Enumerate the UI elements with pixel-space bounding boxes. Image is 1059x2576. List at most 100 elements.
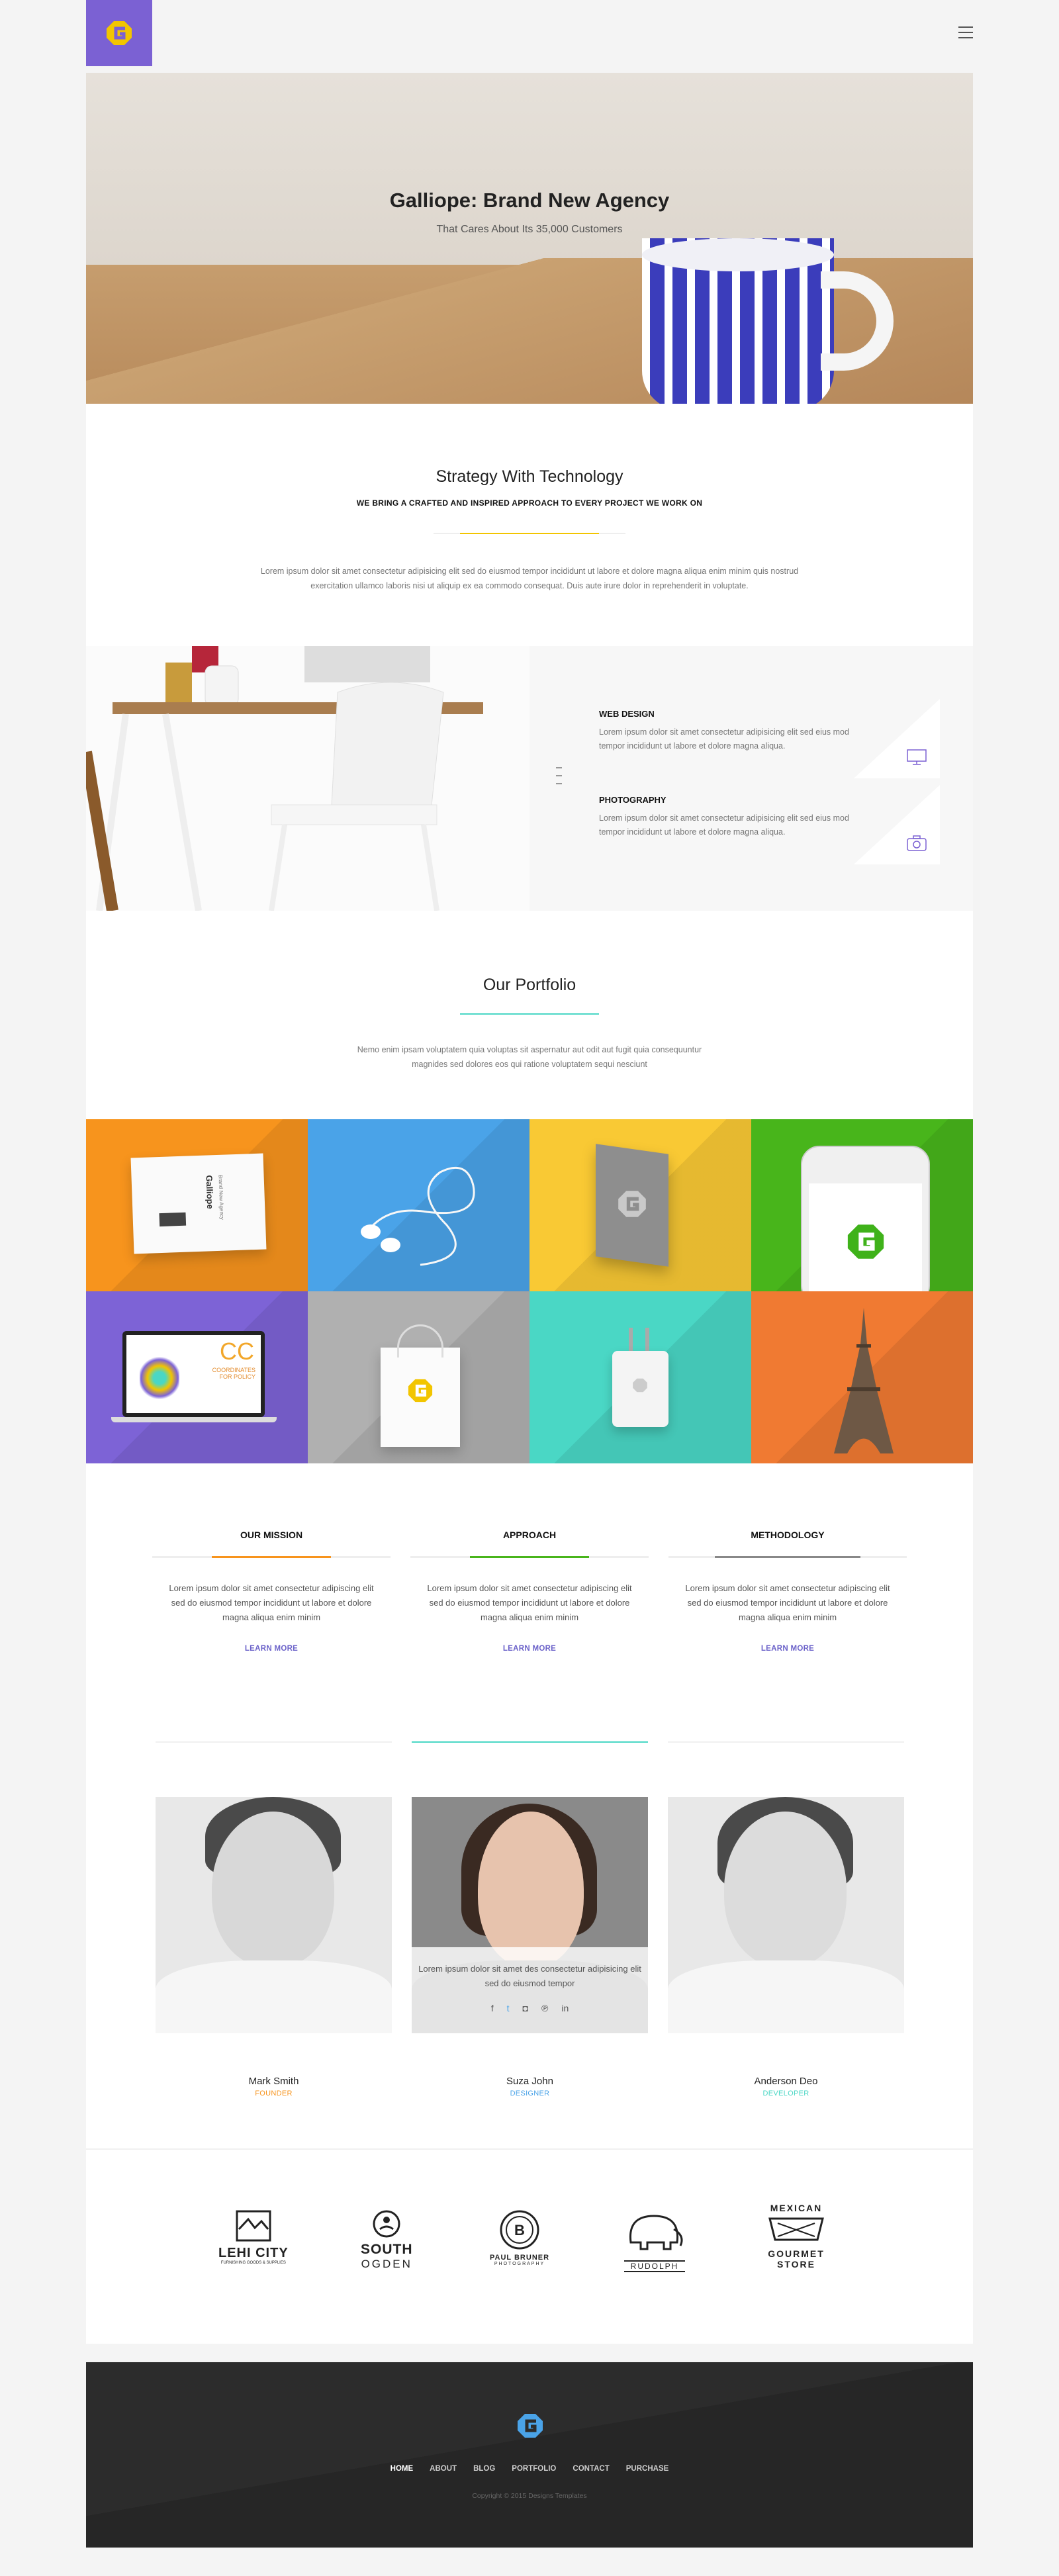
brand-name: MEXICAN [770,2203,823,2213]
hero-banner: Galliope: Brand New Agency That Cares Ab… [86,73,973,404]
team-photo-suza[interactable]: Lorem ipsum dolor sit amet des consectet… [412,1797,648,2033]
folder-logo-icon [618,1191,646,1217]
column-divider [410,1556,649,1558]
slider-dots[interactable] [556,767,562,791]
column-title: METHODOLOGY [751,1530,825,1540]
portfolio-divider [460,1013,599,1015]
brand-sub: PHOTOGRAPHY [494,2262,545,2266]
paul-bruner-logo-icon: B [500,2210,539,2250]
portfolio-item-earphones[interactable] [308,1119,530,1291]
laptop-small-text: COORDINATES FOR POLICY [212,1367,255,1380]
hero-subtitle: That Cares About Its 35,000 Customers [436,224,623,235]
portfolio-item-bag[interactable] [308,1291,530,1463]
desk-image [86,646,530,911]
column-title: APPROACH [502,1530,557,1540]
galliope-logo-icon [107,21,132,45]
team-divider [156,1741,392,1743]
brand-sub: GOURMET STORE [768,2248,825,2270]
linkedin-icon[interactable]: in [561,2003,569,2013]
brand-sub: FURNISHING GOODS & SUPPLIES [220,2261,286,2265]
service-title: PHOTOGRAPHY [599,795,667,805]
facebook-icon[interactable]: f [491,2003,494,2013]
portfolio-item-eiffel[interactable] [751,1291,973,1463]
brand-name: RUDOLPH [624,2260,685,2272]
instagram-icon[interactable]: ◘ [523,2003,528,2013]
service-text: Lorem ipsum dolor sit amet consectetur a… [599,813,849,837]
site-header [86,0,973,66]
monitor-icon [907,749,927,765]
column-title: OUR MISSION [240,1530,303,1540]
services-section: WEB DESIGN Lorem ipsum dolor sit amet co… [86,646,973,911]
learn-more-link[interactable]: LEARN MORE [668,1645,907,1653]
social-links: f t ◘ ℗ in [412,2003,648,2013]
team-name: Anderson Deo [754,2076,818,2087]
brand-mexican-gourmet[interactable]: MEXICAN GOURMET STORE [764,2203,828,2270]
south-ogden-logo-icon [373,2210,400,2238]
service-icon-panel [854,785,940,864]
brand-name: LEHI CITY [218,2246,289,2260]
laptop-screen-text: CC [220,1338,254,1365]
phone-logo-icon [847,1224,884,1259]
portfolio-grid: Galliope Brand New Agency CC COORDINATES… [86,1119,973,1463]
twitter-icon[interactable]: t [507,2003,510,2013]
brand-sub: OGDEN [361,2258,412,2270]
team-hover-overlay: Lorem ipsum dolor sit amet des consectet… [412,1947,648,2033]
team-name: Mark Smith [248,2076,299,2087]
bag-logo-icon [408,1379,433,1403]
client-logos: LEHI CITY FURNISHING GOODS & SUPPLIES SO… [86,2148,973,2344]
service-photography: PHOTOGRAPHY Lorem ipsum dolor sit amet c… [599,795,864,839]
brand-rudolph[interactable]: RUDOLPH [624,2209,685,2272]
column-text: Lorem ipsum dolor sit amet consectetur a… [427,1583,632,1622]
strategy-tagline: WE BRING A CRAFTED AND INSPIRED APPROACH… [356,498,703,508]
svg-text:B: B [514,2222,525,2238]
brand-lehi-city[interactable]: LEHI CITY FURNISHING GOODS & SUPPLIES [218,2209,289,2265]
learn-more-link[interactable]: LEARN MORE [152,1645,391,1653]
column-methodology: METHODOLOGY Lorem ipsum dolor sit amet c… [668,1530,907,1653]
brand-paul-bruner[interactable]: B PAUL BRUNER PHOTOGRAPHY [490,2209,549,2266]
portfolio-text: Nemo enim ipsam voluptatem quia voluptas… [357,1045,702,1069]
portfolio-title: Our Portfolio [483,976,576,994]
footer-nav-home[interactable]: HOME [391,2465,414,2473]
portfolio-item-business-card[interactable]: Galliope Brand New Agency [86,1119,308,1291]
service-icon-panel [854,699,940,778]
footer-nav-contact[interactable]: CONTACT [573,2465,609,2473]
column-approach: APPROACH Lorem ipsum dolor sit amet cons… [410,1530,649,1653]
team-name: Suza John [506,2076,553,2087]
column-divider [152,1556,391,1558]
column-text: Lorem ipsum dolor sit amet consectetur a… [685,1583,890,1622]
team-photo-mark[interactable] [156,1797,392,2033]
copyright-text: Copyright © 2015 Designs Templates [472,2492,587,2500]
menu-icon[interactable] [958,26,973,38]
site-logo[interactable] [86,0,152,66]
team-photo-anderson[interactable] [668,1797,904,2033]
footer-nav-portfolio[interactable]: PORTFOLIO [512,2465,556,2473]
team-role: DESIGNER [510,2090,550,2097]
card-brand-text: Galliope [204,1175,216,1209]
portfolio-item-charger[interactable] [530,1291,751,1463]
column-text: Lorem ipsum dolor sit amet consectetur a… [169,1583,374,1622]
pinterest-icon[interactable]: ℗ [541,2003,548,2013]
card-sub-text: Brand New Agency [217,1174,225,1220]
elephant-logo-icon [629,2215,683,2250]
team-divider [668,1741,904,1743]
team-role: FOUNDER [255,2090,293,2097]
footer-nav-blog[interactable]: BLOG [473,2465,495,2473]
learn-more-link[interactable]: LEARN MORE [410,1645,649,1653]
footer-nav-purchase[interactable]: PURCHASE [626,2465,669,2473]
team-divider-active[interactable] [412,1741,648,1743]
strategy-title: Strategy With Technology [436,467,623,486]
team-role: DEVELOPER [762,2090,809,2097]
service-title: WEB DESIGN [599,709,655,719]
brand-name: SOUTH [361,2242,413,2257]
service-web-design: WEB DESIGN Lorem ipsum dolor sit amet co… [599,709,864,753]
portfolio-item-phone[interactable] [751,1119,973,1291]
portfolio-item-laptop[interactable]: CC COORDINATES FOR POLICY [86,1291,308,1463]
strategy-divider [434,533,625,534]
footer-nav-about[interactable]: ABOUT [430,2465,457,2473]
footer-logo-icon [518,2414,543,2438]
brand-name: PAUL BRUNER [490,2254,550,2262]
portfolio-item-folder[interactable] [530,1119,751,1291]
brand-south-ogden[interactable]: SOUTH OGDEN [361,2209,413,2271]
hero-title: Galliope: Brand New Agency [389,189,670,212]
strategy-section: Strategy With Technology WE BRING A CRAF… [86,404,973,646]
